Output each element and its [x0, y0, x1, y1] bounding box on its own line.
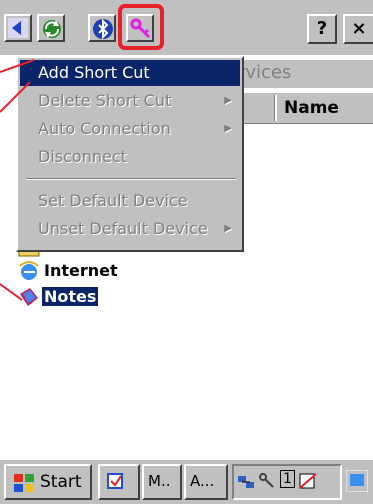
taskbar: Start M.. A... 1	[0, 458, 373, 504]
annotation-highlight-box	[118, 4, 164, 50]
submenu-arrow-icon: ▶	[224, 223, 232, 234]
start-label: Start	[40, 472, 82, 492]
input-mode-indicator[interactable]: 1	[280, 470, 295, 488]
back-arrow-icon	[8, 18, 28, 38]
column-header-name[interactable]: Name	[284, 98, 339, 118]
menu-item-label: Disconnect	[38, 147, 127, 166]
menu-item-label: Unset Default Device	[38, 219, 208, 238]
taskbar-task-a[interactable]: A...	[184, 464, 228, 500]
app-window: ? × rvices Name Files Internet Notes	[0, 0, 373, 504]
internet-explorer-icon	[19, 261, 39, 280]
taskbar-task-m[interactable]: M..	[142, 464, 182, 500]
list-header: Name	[232, 92, 373, 124]
windows-logo-icon	[14, 474, 34, 492]
refresh-icon	[43, 20, 61, 38]
menu-item-disconnect[interactable]: Disconnect	[20, 144, 240, 170]
submenu-arrow-icon: ▶	[224, 95, 232, 106]
menu-item-unset-default-device[interactable]: Unset Default Device ▶	[20, 216, 240, 242]
bluetooth-button[interactable]	[88, 14, 116, 42]
menu-item-label: Set Default Device	[38, 191, 188, 210]
column-separator[interactable]	[274, 95, 277, 121]
tab-label: rvices	[238, 62, 292, 83]
context-menu: Add Short Cut Delete Short Cut ▶ Auto Co…	[16, 56, 244, 252]
list-item-label: Internet	[44, 261, 118, 280]
notes-icon	[20, 288, 38, 306]
toolbar: ? ×	[0, 0, 373, 55]
submenu-arrow-icon: ▶	[224, 123, 232, 134]
key-tray-icon[interactable]	[258, 472, 276, 492]
menu-item-auto-connection[interactable]: Auto Connection ▶	[20, 116, 240, 142]
close-button[interactable]: ×	[343, 14, 373, 44]
menu-item-label: Add Short Cut	[38, 63, 150, 82]
taskbar-app-button[interactable]	[98, 464, 140, 500]
menu-item-delete-short-cut[interactable]: Delete Short Cut ▶	[20, 88, 240, 114]
list-item-label: Notes	[40, 286, 100, 307]
back-button[interactable]	[4, 14, 32, 42]
app-icon	[107, 473, 123, 489]
help-button[interactable]: ?	[307, 14, 337, 44]
desktop-icon[interactable]	[346, 470, 368, 492]
pen-note-icon[interactable]	[298, 472, 318, 492]
start-button[interactable]: Start	[4, 464, 92, 500]
bluetooth-icon	[93, 18, 113, 40]
menu-item-label: Auto Connection	[38, 119, 171, 138]
tab-services[interactable]: rvices	[232, 60, 373, 88]
menu-item-add-short-cut[interactable]: Add Short Cut	[20, 60, 240, 86]
menu-item-set-default-device[interactable]: Set Default Device	[20, 188, 240, 214]
system-tray: 1	[232, 464, 342, 500]
menu-separator	[26, 178, 236, 180]
menu-item-label: Delete Short Cut	[38, 91, 172, 110]
refresh-button[interactable]	[37, 14, 65, 42]
network-icon[interactable]	[236, 472, 256, 492]
